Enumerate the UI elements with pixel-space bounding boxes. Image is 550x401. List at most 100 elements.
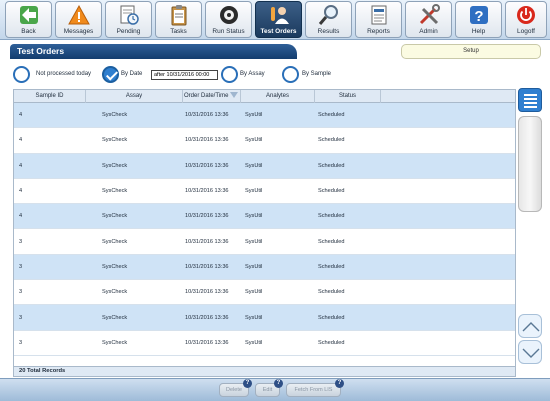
results-label: Results (317, 28, 340, 35)
cell-datetime: 10/31/2016 13:36 (185, 314, 229, 321)
delete-label: Delete (226, 387, 242, 393)
filter-icon[interactable] (230, 92, 239, 99)
table-row[interactable]: 4 SysCheck 10/31/2016 13:36 SysUtil Sche… (14, 128, 515, 154)
cell-status: Scheduled (318, 339, 345, 346)
cell-assay: SysCheck (102, 188, 128, 195)
table-row[interactable]: 4 SysCheck 10/31/2016 13:36 SysUtil Sche… (14, 204, 515, 230)
page-title-bar: Test Orders (10, 44, 297, 59)
cell-analytes: SysUtil (245, 238, 263, 245)
edit-button[interactable]: Edit ? (255, 379, 283, 397)
clipboard-icon (171, 5, 186, 26)
warning-icon (67, 4, 90, 25)
fetch-from-lis-button[interactable]: Fetch From LIS ? (286, 379, 344, 397)
table-row[interactable]: 3 SysCheck 10/31/2016 13:36 SysUtil Sche… (14, 330, 515, 356)
cell-status: Scheduled (318, 213, 345, 220)
table-row[interactable]: 4 SysCheck 10/31/2016 13:36 SysUtil Sche… (14, 103, 515, 129)
table-body: 4 SysCheck 10/31/2016 13:36 SysUtil Sche… (14, 103, 515, 356)
date-filter-input[interactable] (151, 70, 218, 80)
action-bar: Delete ? Edit ? Fetch From LIS ? (0, 378, 550, 401)
delete-info-badge[interactable]: ? (243, 379, 252, 388)
scroll-down-button[interactable] (518, 340, 542, 364)
help-label: Help (471, 28, 486, 35)
cell-assay: SysCheck (102, 263, 128, 270)
cell-sample-id: 3 (19, 263, 23, 270)
run-status-icon (219, 6, 238, 24)
cell-analytes: SysUtil (245, 137, 263, 144)
scrollbar-thumb[interactable] (518, 116, 542, 212)
cell-assay: SysCheck (102, 314, 128, 321)
cell-datetime: 10/31/2016 13:36 (185, 339, 229, 346)
fetch-info-badge[interactable]: ? (335, 379, 344, 388)
by-assay-radio[interactable] (221, 66, 238, 83)
results-button[interactable]: Results (305, 1, 352, 38)
run-status-button[interactable]: Run Status (205, 1, 252, 38)
cell-status: Scheduled (318, 314, 345, 321)
tasks-label: Tasks (170, 28, 187, 35)
col-assay[interactable]: Assay (86, 90, 183, 103)
logoff-button[interactable]: Logoff (505, 1, 547, 38)
by-sample-radio[interactable] (282, 66, 299, 83)
scroll-up-button[interactable] (518, 314, 542, 338)
magnifier-icon (318, 5, 338, 25)
col-order-datetime-label: Order Date/Time (184, 93, 229, 99)
cell-status: Scheduled (318, 263, 345, 270)
pending-icon (120, 5, 139, 25)
not-processed-radio[interactable] (13, 66, 30, 83)
cell-datetime: 10/31/2016 13:36 (185, 188, 229, 195)
messages-label: Messages (63, 28, 94, 35)
table-row[interactable]: 3 SysCheck 10/31/2016 13:36 SysUtil Sche… (14, 254, 515, 281)
reports-icon (371, 5, 386, 25)
cell-datetime: 10/31/2016 13:36 (185, 137, 229, 144)
back-button[interactable]: Back (5, 1, 52, 38)
cell-analytes: SysUtil (245, 162, 263, 169)
cell-sample-id: 4 (19, 112, 23, 119)
cell-sample-id: 3 (19, 314, 23, 321)
cell-assay: SysCheck (102, 339, 128, 346)
cell-datetime: 10/31/2016 13:36 (185, 263, 229, 270)
cell-analytes: SysUtil (245, 263, 263, 270)
pending-button[interactable]: Pending (105, 1, 152, 38)
cell-sample-id: 4 (19, 188, 23, 195)
col-analytes[interactable]: Analytes (241, 90, 315, 103)
cell-assay: SysCheck (102, 137, 128, 144)
delete-button[interactable]: Delete ? (219, 379, 252, 397)
by-date-radio[interactable] (102, 66, 119, 83)
messages-button[interactable]: Messages (55, 1, 102, 38)
table-row[interactable]: 3 SysCheck 10/31/2016 13:36 SysUtil Sche… (14, 305, 515, 331)
chevron-up-icon (522, 322, 540, 332)
table-row[interactable]: 3 SysCheck 10/31/2016 13:36 SysUtil Sche… (14, 229, 515, 255)
help-icon: ? (469, 6, 488, 25)
fetch-label: Fetch From LIS (294, 387, 333, 393)
test-orders-button[interactable]: Test Orders (255, 1, 302, 38)
admin-button[interactable]: Admin (405, 1, 452, 38)
list-icon-line (524, 98, 537, 100)
table-row[interactable]: 3 SysCheck 10/31/2016 13:36 SysUtil Sche… (14, 280, 515, 306)
list-icon-line (524, 106, 537, 108)
cell-datetime: 10/31/2016 13:36 (185, 112, 229, 119)
cell-analytes: SysUtil (245, 188, 263, 195)
cell-assay: SysCheck (102, 238, 128, 245)
col-order-datetime[interactable]: Order Date/Time (183, 90, 241, 103)
cell-status: Scheduled (318, 238, 345, 245)
table-row[interactable]: 4 SysCheck 10/31/2016 13:36 SysUtil Sche… (14, 153, 515, 179)
by-date-label: By Date (121, 71, 143, 77)
help-button[interactable]: ? Help (455, 1, 502, 38)
col-status[interactable]: Status (315, 90, 381, 103)
col-sample-id[interactable]: Sample ID (14, 90, 86, 103)
reports-button[interactable]: Reports (355, 1, 402, 38)
cell-assay: SysCheck (102, 162, 128, 169)
cell-datetime: 10/31/2016 13:36 (185, 162, 229, 169)
list-view-button[interactable] (518, 88, 542, 112)
edit-info-badge[interactable]: ? (274, 379, 283, 388)
setup-tab[interactable]: Setup (401, 44, 541, 59)
tools-icon (419, 4, 440, 25)
main-toolbar: Back Messages Pending Tasks Run Status T… (0, 0, 550, 40)
tasks-button[interactable]: Tasks (155, 1, 202, 38)
table-footer: 20 Total Records (14, 366, 515, 376)
by-sample-label: By Sample (302, 71, 332, 77)
table-row[interactable]: 4 SysCheck 10/31/2016 13:36 SysUtil Sche… (14, 178, 515, 205)
cell-sample-id: 3 (19, 339, 23, 346)
cell-analytes: SysUtil (245, 339, 263, 346)
edit-label: Edit (262, 387, 273, 393)
cell-datetime: 10/31/2016 13:36 (185, 238, 229, 245)
